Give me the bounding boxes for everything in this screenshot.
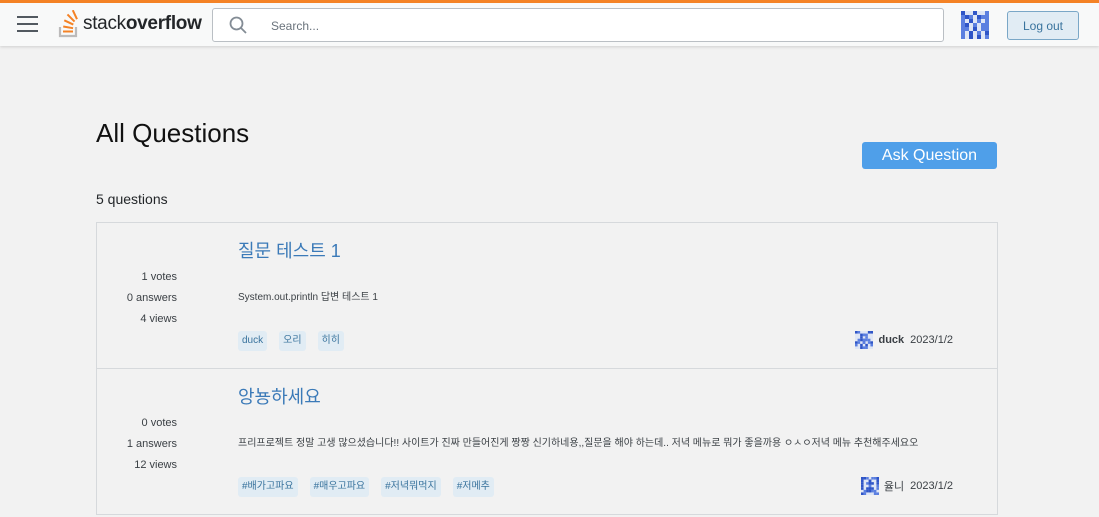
question-item: 0 votes 1 answers 12 views 앙뇽하세요 프리프로젝트 … [97, 369, 997, 515]
tag-list: duck 오리 히히 [238, 331, 344, 351]
question-date: 2023/1/2 [910, 480, 953, 492]
votes-count: 0 votes [141, 417, 177, 429]
question-title-link[interactable]: 질문 테스트 1 [238, 237, 341, 263]
tag[interactable]: #매우고파요 [309, 477, 370, 497]
hamburger-menu-icon[interactable] [17, 16, 38, 32]
author-name[interactable]: 율니 [884, 478, 904, 494]
question-item: 1 votes 0 answers 4 views 질문 테스트 1 Syste… [97, 223, 997, 369]
question-count: 5 questions [96, 191, 168, 207]
tag[interactable]: duck [238, 331, 268, 351]
question-title-link[interactable]: 앙뇽하세요 [238, 383, 321, 409]
views-count: 12 views [134, 459, 177, 471]
search-icon [229, 16, 247, 34]
stack-logo-icon [58, 10, 78, 38]
tag[interactable]: #저메추 [452, 477, 494, 497]
tag[interactable]: #저녁뭐먹지 [381, 477, 441, 497]
logo-text: stackoverflow [83, 13, 202, 34]
question-date: 2023/1/2 [910, 334, 953, 346]
search-input[interactable] [269, 15, 923, 37]
tag[interactable]: 오리 [279, 331, 306, 351]
user-avatar[interactable] [961, 11, 989, 39]
views-count: 4 views [140, 313, 177, 325]
author-avatar[interactable] [855, 331, 874, 349]
answers-count: 0 answers [126, 292, 177, 304]
question-excerpt: 프리프로젝트 정말 고생 많으셨습니다!! 사이트가 진짜 만들어진게 짱짱 신… [238, 438, 919, 449]
question-author: 율니 2023/1/2 [860, 477, 953, 495]
author-avatar[interactable] [860, 477, 879, 495]
answers-count: 1 answers [126, 438, 177, 450]
stackoverflow-logo[interactable]: stackoverflow [58, 9, 202, 39]
question-stats: 1 votes 0 answers 4 views [127, 267, 177, 330]
search-bar[interactable] [212, 8, 944, 42]
question-author: duck 2023/1/2 [855, 331, 953, 349]
tag-list: #배가고파요 #매우고파요 #저녁뭐먹지 #저메추 [238, 477, 494, 497]
question-list: 1 votes 0 answers 4 views 질문 테스트 1 Syste… [96, 222, 998, 515]
logout-button[interactable]: Log out [1007, 11, 1079, 40]
question-excerpt: System.out.println 답변 테스트 1 [238, 292, 378, 303]
votes-count: 1 votes [141, 271, 177, 283]
author-name[interactable]: duck [878, 334, 904, 346]
ask-question-button[interactable]: Ask Question [862, 142, 997, 169]
top-bar: stackoverflow Log out [0, 0, 1099, 46]
tag[interactable]: #배가고파요 [238, 477, 298, 497]
question-stats: 0 votes 1 answers 12 views [127, 413, 177, 476]
page-title: All Questions [96, 118, 250, 148]
tag[interactable]: 히히 [317, 331, 344, 351]
